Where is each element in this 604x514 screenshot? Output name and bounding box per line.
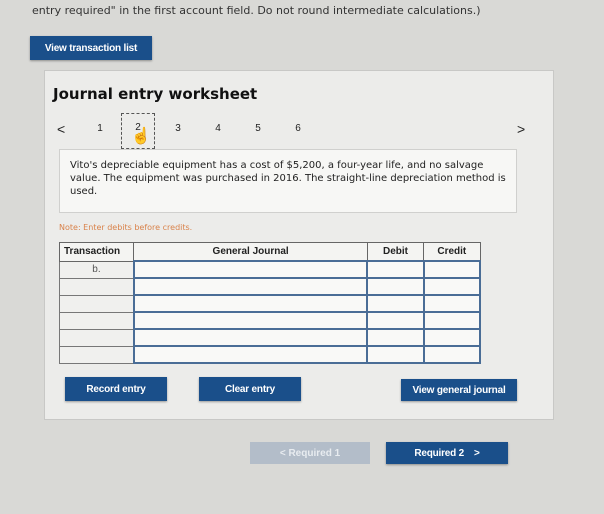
debit-input[interactable] xyxy=(366,260,425,279)
transaction-cell xyxy=(58,345,135,364)
account-input[interactable] xyxy=(132,277,369,296)
problem-info-box: Vito's depreciable equipment has a cost … xyxy=(59,149,517,213)
page-2-active[interactable]: 2 ☝ xyxy=(121,113,155,149)
account-input[interactable] xyxy=(132,345,369,364)
debit-input[interactable] xyxy=(366,311,425,330)
transaction-cell xyxy=(58,277,135,296)
next-page-arrow[interactable]: > xyxy=(517,121,525,137)
transaction-cell xyxy=(58,328,135,347)
header-transaction: Transaction xyxy=(58,242,135,262)
header-general-journal: General Journal xyxy=(133,242,368,262)
table-row xyxy=(58,294,482,313)
table-row xyxy=(58,277,482,296)
debit-input[interactable] xyxy=(366,328,425,347)
table-row xyxy=(58,345,482,364)
journal-table: Transaction General Journal Debit Credit… xyxy=(58,242,482,364)
instruction-text: entry required" in the first account fie… xyxy=(32,4,481,17)
account-input[interactable] xyxy=(132,294,369,313)
view-transaction-list-button[interactable]: View transaction list xyxy=(30,36,152,60)
prev-page-arrow[interactable]: < xyxy=(57,121,65,137)
page-3[interactable]: 3 xyxy=(169,123,187,134)
header-credit: Credit xyxy=(423,242,481,262)
header-debit: Debit xyxy=(366,242,425,262)
table-row xyxy=(58,311,482,330)
debit-input[interactable] xyxy=(366,345,425,364)
prev-required-button[interactable]: < Required 1 xyxy=(250,442,370,464)
credit-input[interactable] xyxy=(422,277,482,296)
clear-entry-button[interactable]: Clear entry xyxy=(199,377,301,401)
debit-input[interactable] xyxy=(366,294,425,313)
credit-input[interactable] xyxy=(422,260,482,279)
page-1[interactable]: 1 xyxy=(91,123,109,134)
page-6[interactable]: 6 xyxy=(289,123,307,134)
account-input[interactable] xyxy=(132,260,369,279)
credit-input[interactable] xyxy=(422,345,482,364)
page-5[interactable]: 5 xyxy=(249,123,267,134)
table-row xyxy=(58,328,482,347)
next-required-label: Required 2 xyxy=(414,447,465,459)
journal-entry-worksheet: Journal entry worksheet < 1 2 ☝ 3 4 5 6 … xyxy=(44,70,554,420)
credit-input[interactable] xyxy=(422,328,482,347)
worksheet-title: Journal entry worksheet xyxy=(53,85,258,103)
next-required-button[interactable]: Required 2 > xyxy=(386,442,508,464)
transaction-cell xyxy=(58,294,135,313)
table-row: b. xyxy=(58,260,482,279)
record-entry-button[interactable]: Record entry xyxy=(65,377,167,401)
note-text: Note: Enter debits before credits. xyxy=(59,223,193,232)
view-general-journal-button[interactable]: View general journal xyxy=(401,379,517,401)
transaction-cell: b. xyxy=(58,260,135,279)
chevron-right-icon: > xyxy=(474,447,480,459)
transaction-cell xyxy=(58,311,135,330)
credit-input[interactable] xyxy=(422,311,482,330)
problem-info-text: Vito's depreciable equipment has a cost … xyxy=(70,160,506,197)
page-4[interactable]: 4 xyxy=(209,123,227,134)
account-input[interactable] xyxy=(132,311,369,330)
hand-cursor-icon: ☝ xyxy=(131,128,151,145)
debit-input[interactable] xyxy=(366,277,425,296)
credit-input[interactable] xyxy=(422,294,482,313)
account-input[interactable] xyxy=(132,328,369,347)
